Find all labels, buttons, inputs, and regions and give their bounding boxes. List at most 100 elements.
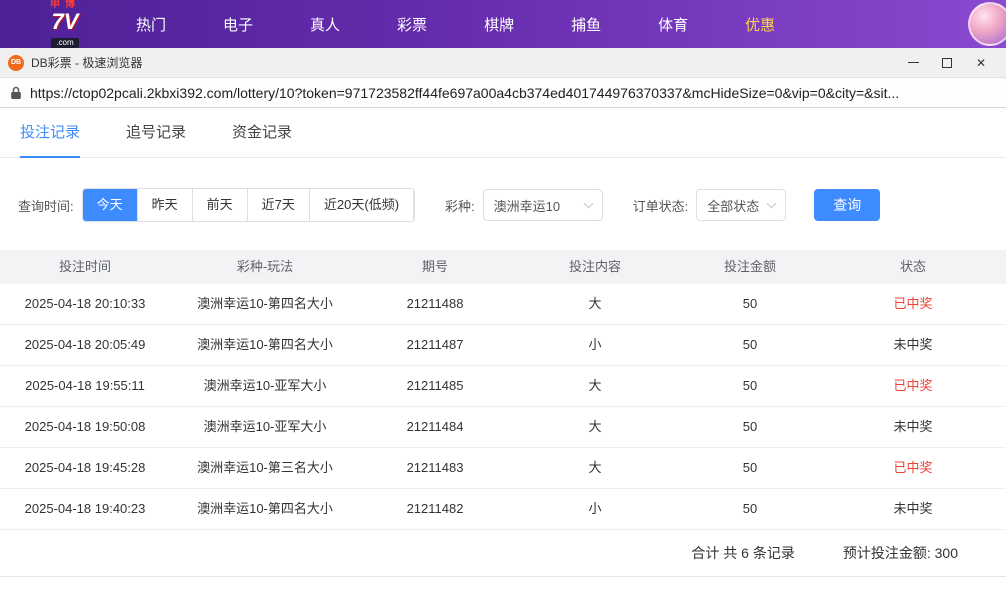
nav-item[interactable]: 体育 [658, 14, 688, 35]
cell-bet-content: 大 [510, 407, 680, 447]
window-controls: ✕ [896, 49, 998, 77]
tab-item[interactable]: 资金记录 [232, 108, 292, 158]
table-header-cell: 期号 [360, 250, 510, 284]
cell-bet-content: 小 [510, 489, 680, 529]
minimize-button[interactable] [896, 49, 930, 77]
table-header-row: 投注时间 彩种-玩法 期号 投注内容 投注金额 状态 [0, 250, 1006, 284]
cell-issue-number: 21211485 [360, 366, 510, 406]
table-header-cell: 状态 [820, 250, 1006, 284]
time-filter-group: 今天 昨天 前天 近7天 近20天(低频) [82, 188, 415, 222]
nav-item[interactable]: 棋牌 [484, 14, 514, 35]
cell-bet-time: 2025-04-18 19:50:08 [0, 407, 170, 447]
record-tabs: 投注记录 追号记录 资金记录 [0, 108, 1006, 158]
table-row[interactable]: 2025-04-18 19:45:28 澳洲幸运10-第三名大小 2121148… [0, 448, 1006, 489]
cell-status: 已中奖 [820, 284, 1006, 324]
user-avatar[interactable] [968, 2, 1006, 46]
cell-game-play: 澳洲幸运10-第四名大小 [170, 325, 360, 365]
nav-item[interactable]: 彩票 [397, 14, 427, 35]
order-status-value: 全部状态 [707, 196, 759, 215]
time-filter-button[interactable]: 近20天(低频) [310, 189, 414, 221]
cell-status: 未中奖 [820, 325, 1006, 365]
cell-bet-amount: 50 [680, 407, 820, 447]
table-header-cell: 投注内容 [510, 250, 680, 284]
time-filter-button[interactable]: 前天 [193, 189, 248, 221]
minimize-icon [908, 62, 919, 63]
site-topbar: 申博 7V .com 热门 电子 真人 彩票 棋牌 捕鱼 体育 优惠 [0, 0, 1006, 48]
nav-item[interactable]: 捕鱼 [571, 14, 601, 35]
cell-status: 已中奖 [820, 448, 1006, 488]
table-row[interactable]: 2025-04-18 20:10:33 澳洲幸运10-第四名大小 2121148… [0, 284, 1006, 325]
cell-bet-amount: 50 [680, 489, 820, 529]
cell-bet-content: 大 [510, 366, 680, 406]
top-nav: 热门 电子 真人 彩票 棋牌 捕鱼 体育 优惠 [136, 14, 775, 35]
tab-item[interactable]: 投注记录 [20, 108, 80, 158]
table-row[interactable]: 2025-04-18 19:40:23 澳洲幸运10-第四名大小 2121148… [0, 489, 1006, 530]
order-status-select[interactable]: 全部状态 [696, 189, 786, 221]
cell-bet-time: 2025-04-18 20:10:33 [0, 284, 170, 324]
cell-bet-content: 大 [510, 448, 680, 488]
cell-game-play: 澳洲幸运10-第三名大小 [170, 448, 360, 488]
address-bar[interactable]: https://ctop02pcali.2kbxi392.com/lottery… [0, 78, 1006, 108]
cell-bet-amount: 50 [680, 284, 820, 324]
cell-bet-time: 2025-04-18 20:05:49 [0, 325, 170, 365]
chevron-down-icon [767, 198, 777, 208]
cell-bet-content: 小 [510, 325, 680, 365]
query-button[interactable]: 查询 [814, 189, 880, 221]
cell-issue-number: 21211484 [360, 407, 510, 447]
cell-game-play: 澳洲幸运10-亚军大小 [170, 366, 360, 406]
nav-item[interactable]: 真人 [310, 14, 340, 35]
cell-status: 未中奖 [820, 407, 1006, 447]
table-row[interactable]: 2025-04-18 20:05:49 澳洲幸运10-第四名大小 2121148… [0, 325, 1006, 366]
lottery-select-value: 澳洲幸运10 [494, 196, 560, 215]
summary-total: 合计 共 6 条记录 [691, 543, 794, 563]
table-header-cell: 投注金额 [680, 250, 820, 284]
bet-record-table: 投注时间 彩种-玩法 期号 投注内容 投注金额 状态 2025-04-18 20… [0, 250, 1006, 530]
cell-bet-amount: 50 [680, 325, 820, 365]
filter-row: 查询时间: 今天 昨天 前天 近7天 近20天(低频) 彩种: 澳洲幸运10 订… [18, 188, 1006, 222]
lock-icon [10, 86, 22, 100]
maximize-button[interactable] [930, 49, 964, 77]
maximize-icon [942, 58, 952, 68]
table-row[interactable]: 2025-04-18 19:55:11 澳洲幸运10-亚军大小 21211485… [0, 366, 1006, 407]
nav-item[interactable]: 热门 [136, 14, 166, 35]
page-content: 投注记录 追号记录 资金记录 查询时间: 今天 昨天 前天 近7天 近20天(低… [0, 108, 1006, 577]
chevron-down-icon [583, 198, 593, 208]
close-icon: ✕ [976, 57, 986, 69]
cell-game-play: 澳洲幸运10-亚军大小 [170, 407, 360, 447]
time-filter-button[interactable]: 近7天 [248, 189, 310, 221]
logo-main-text: 7V [28, 11, 102, 33]
time-filter-button[interactable]: 昨天 [138, 189, 193, 221]
window-title: DB彩票 - 极速浏览器 [31, 54, 142, 71]
cell-issue-number: 21211483 [360, 448, 510, 488]
cell-issue-number: 21211488 [360, 284, 510, 324]
cell-status: 未中奖 [820, 489, 1006, 529]
tab-item[interactable]: 追号记录 [126, 108, 186, 158]
browser-app-icon: DB [8, 55, 24, 71]
time-filter-button[interactable]: 今天 [83, 189, 138, 221]
cell-bet-time: 2025-04-18 19:40:23 [0, 489, 170, 529]
table-row[interactable]: 2025-04-18 19:50:08 澳洲幸运10-亚军大小 21211484… [0, 407, 1006, 448]
cell-issue-number: 21211482 [360, 489, 510, 529]
cell-issue-number: 21211487 [360, 325, 510, 365]
url-text[interactable]: https://ctop02pcali.2kbxi392.com/lottery… [30, 85, 899, 101]
nav-item[interactable]: 优惠 [745, 14, 775, 35]
table-body: 2025-04-18 20:10:33 澳洲幸运10-第四名大小 2121148… [0, 284, 1006, 530]
cell-status: 已中奖 [820, 366, 1006, 406]
browser-titlebar: DB DB彩票 - 极速浏览器 ✕ [0, 48, 1006, 78]
table-header-cell: 投注时间 [0, 250, 170, 284]
logo-sub-text: .com [51, 38, 78, 48]
status-filter-label: 订单状态: [633, 196, 689, 215]
lottery-select[interactable]: 澳洲幸运10 [483, 189, 603, 221]
cell-bet-amount: 50 [680, 366, 820, 406]
summary-footer: 合计 共 6 条记录 预计投注金额: 300 有效投注金额 [0, 530, 1006, 577]
lottery-filter-label: 彩种: [445, 196, 475, 215]
site-logo[interactable]: 申博 7V .com [28, 0, 102, 49]
cell-bet-amount: 50 [680, 448, 820, 488]
time-filter-label: 查询时间: [18, 196, 74, 215]
cell-game-play: 澳洲幸运10-第四名大小 [170, 489, 360, 529]
cell-bet-time: 2025-04-18 19:55:11 [0, 366, 170, 406]
close-button[interactable]: ✕ [964, 49, 998, 77]
cell-bet-time: 2025-04-18 19:45:28 [0, 448, 170, 488]
cell-bet-content: 大 [510, 284, 680, 324]
nav-item[interactable]: 电子 [223, 14, 253, 35]
